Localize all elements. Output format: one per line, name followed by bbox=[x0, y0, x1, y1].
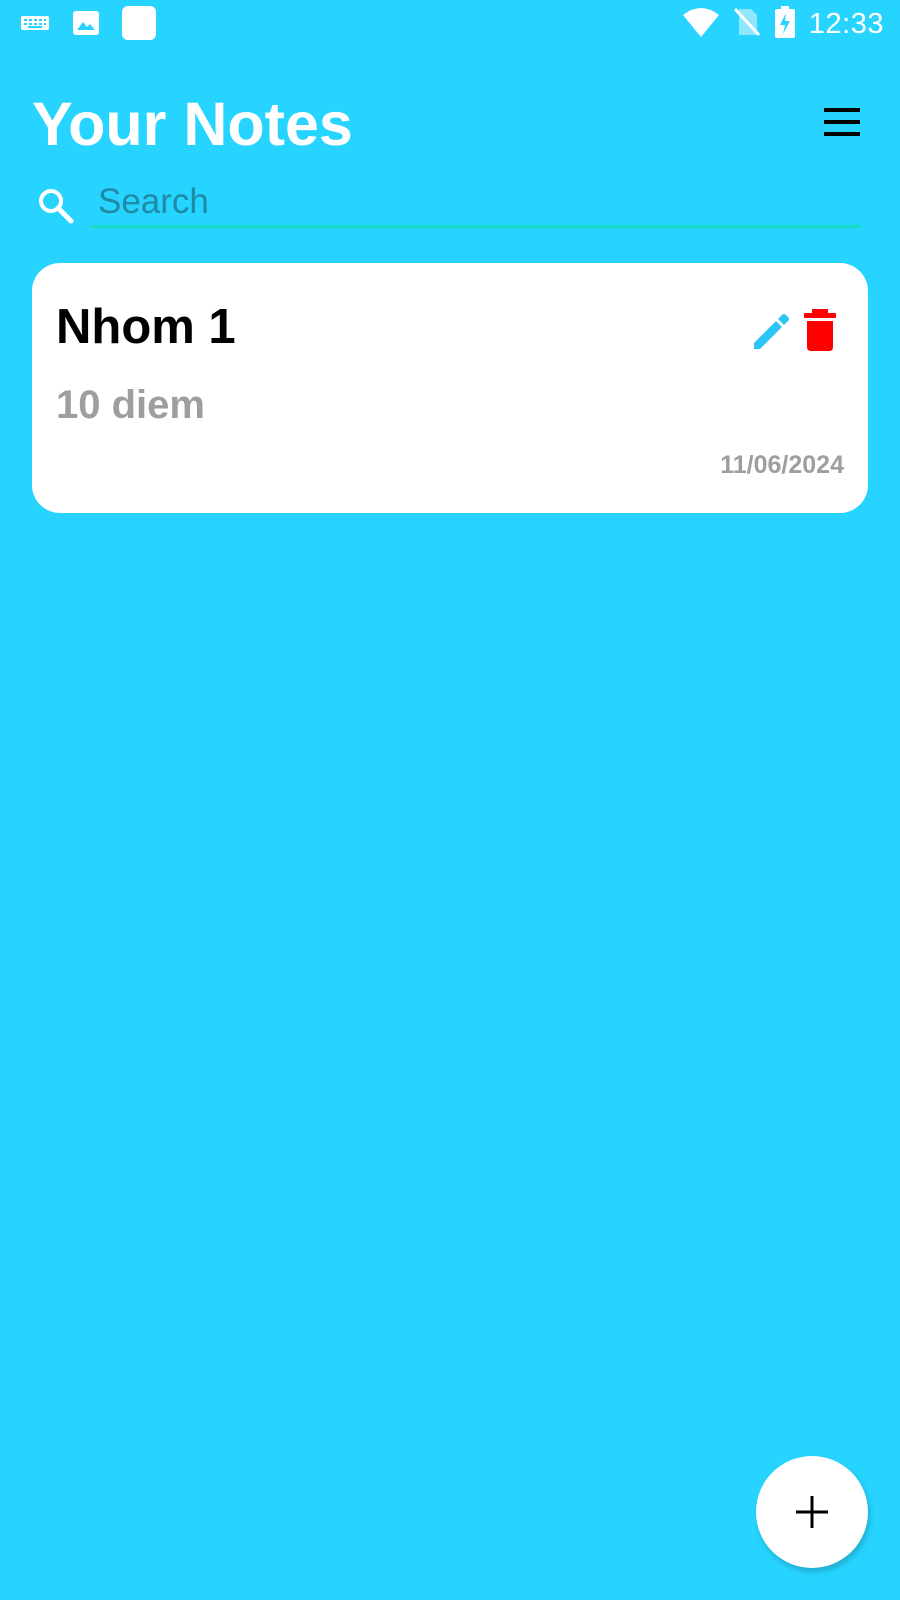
menu-button[interactable] bbox=[818, 102, 866, 142]
search-bar bbox=[32, 178, 862, 234]
status-time: 12:33 bbox=[808, 8, 884, 40]
no-sim-icon bbox=[733, 7, 761, 42]
delete-note-button[interactable] bbox=[798, 307, 842, 353]
status-right-icons: 12:33 bbox=[682, 6, 884, 43]
delete-icon bbox=[804, 309, 836, 351]
status-left-icons bbox=[20, 6, 156, 45]
battery-charging-icon bbox=[774, 6, 795, 43]
search-input[interactable] bbox=[90, 178, 860, 228]
edit-note-button[interactable] bbox=[750, 309, 794, 353]
note-title: Nhom 1 bbox=[56, 300, 236, 354]
note-date: 11/06/2024 bbox=[720, 451, 844, 479]
wifi-icon bbox=[682, 7, 719, 42]
app-square-icon bbox=[122, 6, 156, 45]
note-content: 10 diem bbox=[56, 383, 205, 427]
search-icon[interactable] bbox=[36, 186, 76, 226]
plus-icon bbox=[796, 1496, 828, 1528]
notes-screen: 12:33 Your Notes Nhom 1 10 diem 11/06/20… bbox=[0, 0, 900, 1600]
keyboard-icon bbox=[20, 13, 50, 38]
status-bar: 12:33 bbox=[0, 0, 900, 48]
edit-icon bbox=[754, 314, 789, 349]
hamburger-menu-icon bbox=[824, 108, 860, 136]
image-icon bbox=[72, 9, 100, 42]
page-title: Your Notes bbox=[32, 90, 353, 158]
add-note-button[interactable] bbox=[756, 1456, 868, 1568]
note-card[interactable]: Nhom 1 10 diem 11/06/2024 bbox=[32, 263, 868, 513]
